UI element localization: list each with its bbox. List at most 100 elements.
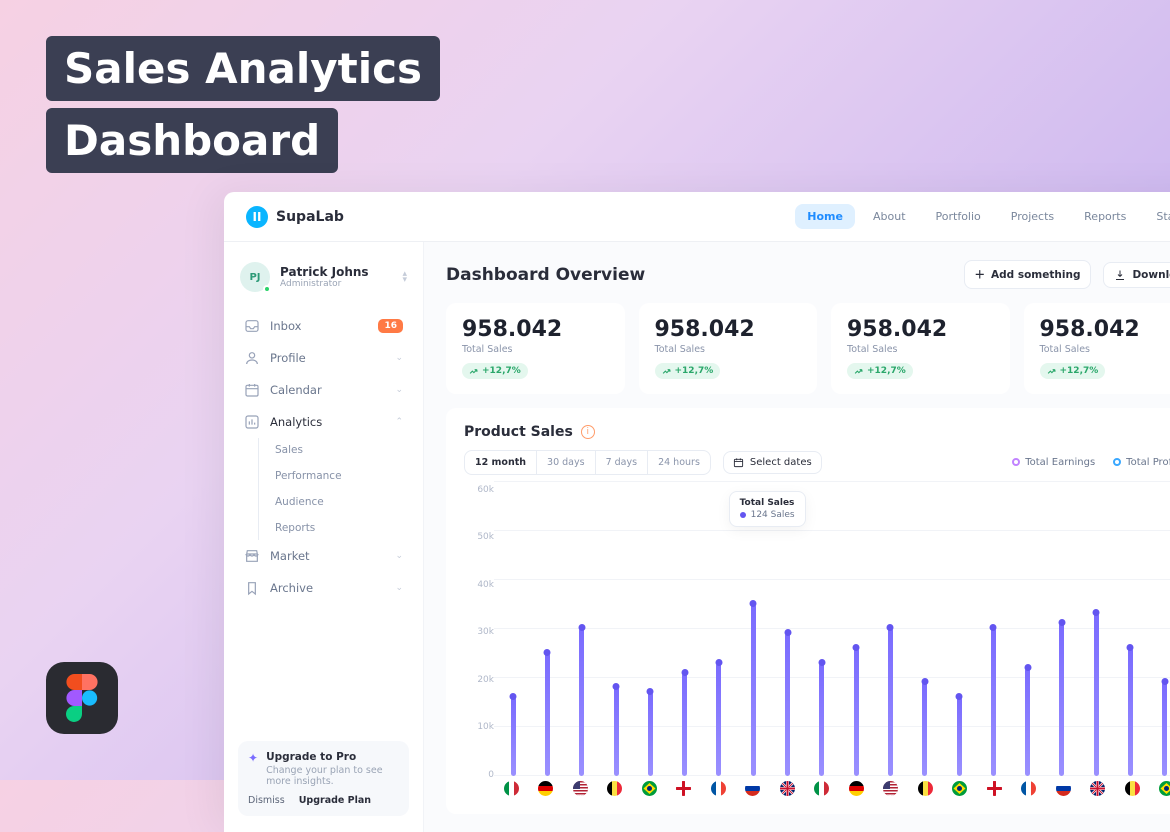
select-dates-button[interactable]: Select dates (723, 451, 822, 474)
nav-portfolio[interactable]: Portfolio (924, 204, 993, 229)
bar-4[interactable] (648, 692, 653, 776)
bar-11[interactable] (888, 628, 893, 776)
trend-up-icon (1047, 367, 1056, 376)
chevron-down-icon: ⌄ (395, 353, 403, 363)
bar-6[interactable] (716, 663, 721, 776)
sidebar-item-archive[interactable]: Archive⌄ (238, 572, 409, 604)
range-30-days[interactable]: 30 days (537, 451, 596, 474)
top-navigation: HomeAboutPortfolioProjectsReportsStater (795, 204, 1170, 229)
chevron-up-icon: ⌃ (395, 417, 403, 427)
nav-stater[interactable]: Stater (1144, 204, 1170, 229)
kpi-label: Total Sales (655, 344, 802, 355)
flag-it-icon (814, 781, 829, 796)
add-button[interactable]: ＋Add something (964, 260, 1092, 289)
page-title: Dashboard Overview (446, 265, 645, 285)
bar-7[interactable] (751, 604, 756, 776)
sidebar-item-inbox[interactable]: Inbox16 (238, 310, 409, 342)
y-axis: 60k50k40k30k20k10k0 (464, 481, 494, 799)
upgrade-cta[interactable]: Upgrade Plan (299, 795, 371, 806)
sidebar: PJ Patrick Johns Administrator ▴▾ Inbox1… (224, 242, 424, 832)
bar-8[interactable] (785, 633, 790, 776)
subnav-sales[interactable]: Sales (271, 438, 409, 462)
bar-12[interactable] (922, 682, 927, 776)
kpi-row: 958.042Total Sales+12,7%958.042Total Sal… (446, 303, 1170, 394)
nav-projects[interactable]: Projects (999, 204, 1066, 229)
brand[interactable]: II SupaLab (246, 206, 344, 228)
badge: 16 (378, 319, 403, 333)
inbox-icon (244, 318, 260, 334)
legend-total-earnings: Total Earnings (1012, 457, 1095, 468)
brand-badge-icon: II (246, 206, 268, 228)
upgrade-card: ✦ Upgrade to Pro Change your plan to see… (238, 741, 409, 816)
flag-br-icon (642, 781, 657, 796)
bar-5[interactable] (682, 673, 687, 776)
trend-up-icon (469, 367, 478, 376)
upgrade-desc: Change your plan to see more insights. (266, 765, 399, 787)
upgrade-title: Upgrade to Pro (266, 751, 399, 763)
bar-18[interactable] (1128, 648, 1133, 776)
bar-9[interactable] (819, 663, 824, 776)
flag-de-icon (538, 781, 553, 796)
app-window: II SupaLab HomeAboutPortfolioProjectsRep… (224, 192, 1170, 832)
chart-legend: Total EarningsTotal Profits (1012, 457, 1170, 468)
kpi-card-3: 958.042Total Sales+12,7% (1024, 303, 1170, 394)
flag-en-icon (676, 781, 691, 796)
bar-15[interactable] (1025, 668, 1030, 776)
nav-about[interactable]: About (861, 204, 918, 229)
nav-home[interactable]: Home (795, 204, 855, 229)
chevron-down-icon: ⌄ (395, 385, 403, 395)
kpi-delta: +12,7% (655, 363, 721, 379)
kpi-card-2: 958.042Total Sales+12,7% (831, 303, 1010, 394)
sidebar-item-calendar[interactable]: Calendar⌄ (238, 374, 409, 406)
flag-br-icon (1159, 781, 1170, 796)
sidebar-item-analytics[interactable]: Analytics⌃ (238, 406, 409, 438)
user-profile[interactable]: PJ Patrick Johns Administrator ▴▾ (238, 258, 409, 296)
bar-19[interactable] (1162, 682, 1167, 776)
kpi-card-1: 958.042 Total Sales +12,7% (639, 303, 818, 394)
bar-14[interactable] (991, 628, 996, 776)
bar-16[interactable] (1059, 623, 1064, 776)
info-icon[interactable]: i (581, 425, 595, 439)
trend-up-icon (854, 367, 863, 376)
bar-1[interactable] (545, 653, 550, 776)
chart-tooltip: Total Sales 124 Sales (729, 491, 806, 527)
bar-10[interactable] (854, 648, 859, 776)
bar-17[interactable] (1094, 613, 1099, 776)
subnav-reports[interactable]: Reports (271, 516, 409, 540)
product-sales-card: Product Sales i 12 month30 days7 days24 … (446, 408, 1170, 815)
nav-reports[interactable]: Reports (1072, 204, 1138, 229)
bar-3[interactable] (614, 687, 619, 776)
bar-13[interactable] (957, 697, 962, 776)
chevron-down-icon: ⌄ (395, 583, 403, 593)
range-tabs: 12 month30 days7 days24 hours (464, 450, 711, 475)
topbar: II SupaLab HomeAboutPortfolioProjectsRep… (224, 192, 1170, 242)
chart-title: Product Sales (464, 424, 573, 440)
bar-0[interactable] (511, 697, 516, 776)
range-24-hours[interactable]: 24 hours (648, 451, 710, 474)
upgrade-dismiss[interactable]: Dismiss (248, 795, 285, 806)
kpi-value: 958.042 (655, 317, 802, 342)
flag-us-icon (573, 781, 588, 796)
subnav-audience[interactable]: Audience (271, 490, 409, 514)
chevron-down-icon: ⌄ (395, 551, 403, 561)
range-12-month[interactable]: 12 month (465, 451, 537, 474)
flag-us-icon (883, 781, 898, 796)
kpi-card-0: 958.042Total Sales+12,7% (446, 303, 625, 394)
subnav-performance[interactable]: Performance (271, 464, 409, 488)
sidebar-item-profile[interactable]: Profile⌄ (238, 342, 409, 374)
range-7-days[interactable]: 7 days (596, 451, 649, 474)
store-icon (244, 548, 260, 564)
flag-be-icon (918, 781, 933, 796)
flag-en-icon (987, 781, 1002, 796)
sidebar-item-market[interactable]: Market⌄ (238, 540, 409, 572)
flag-it-icon (504, 781, 519, 796)
user-name: Patrick Johns (280, 265, 369, 279)
promo-title-2: Dashboard (46, 108, 338, 173)
main-content: Dashboard Overview ＋Add something Downlo… (424, 242, 1170, 832)
flag-br-icon (952, 781, 967, 796)
flag-be-icon (1125, 781, 1140, 796)
download-button[interactable]: Download (1103, 262, 1170, 288)
bar-2[interactable] (579, 628, 584, 776)
sort-icon[interactable]: ▴▾ (402, 271, 407, 283)
kpi-delta: +12,7% (1040, 363, 1106, 379)
